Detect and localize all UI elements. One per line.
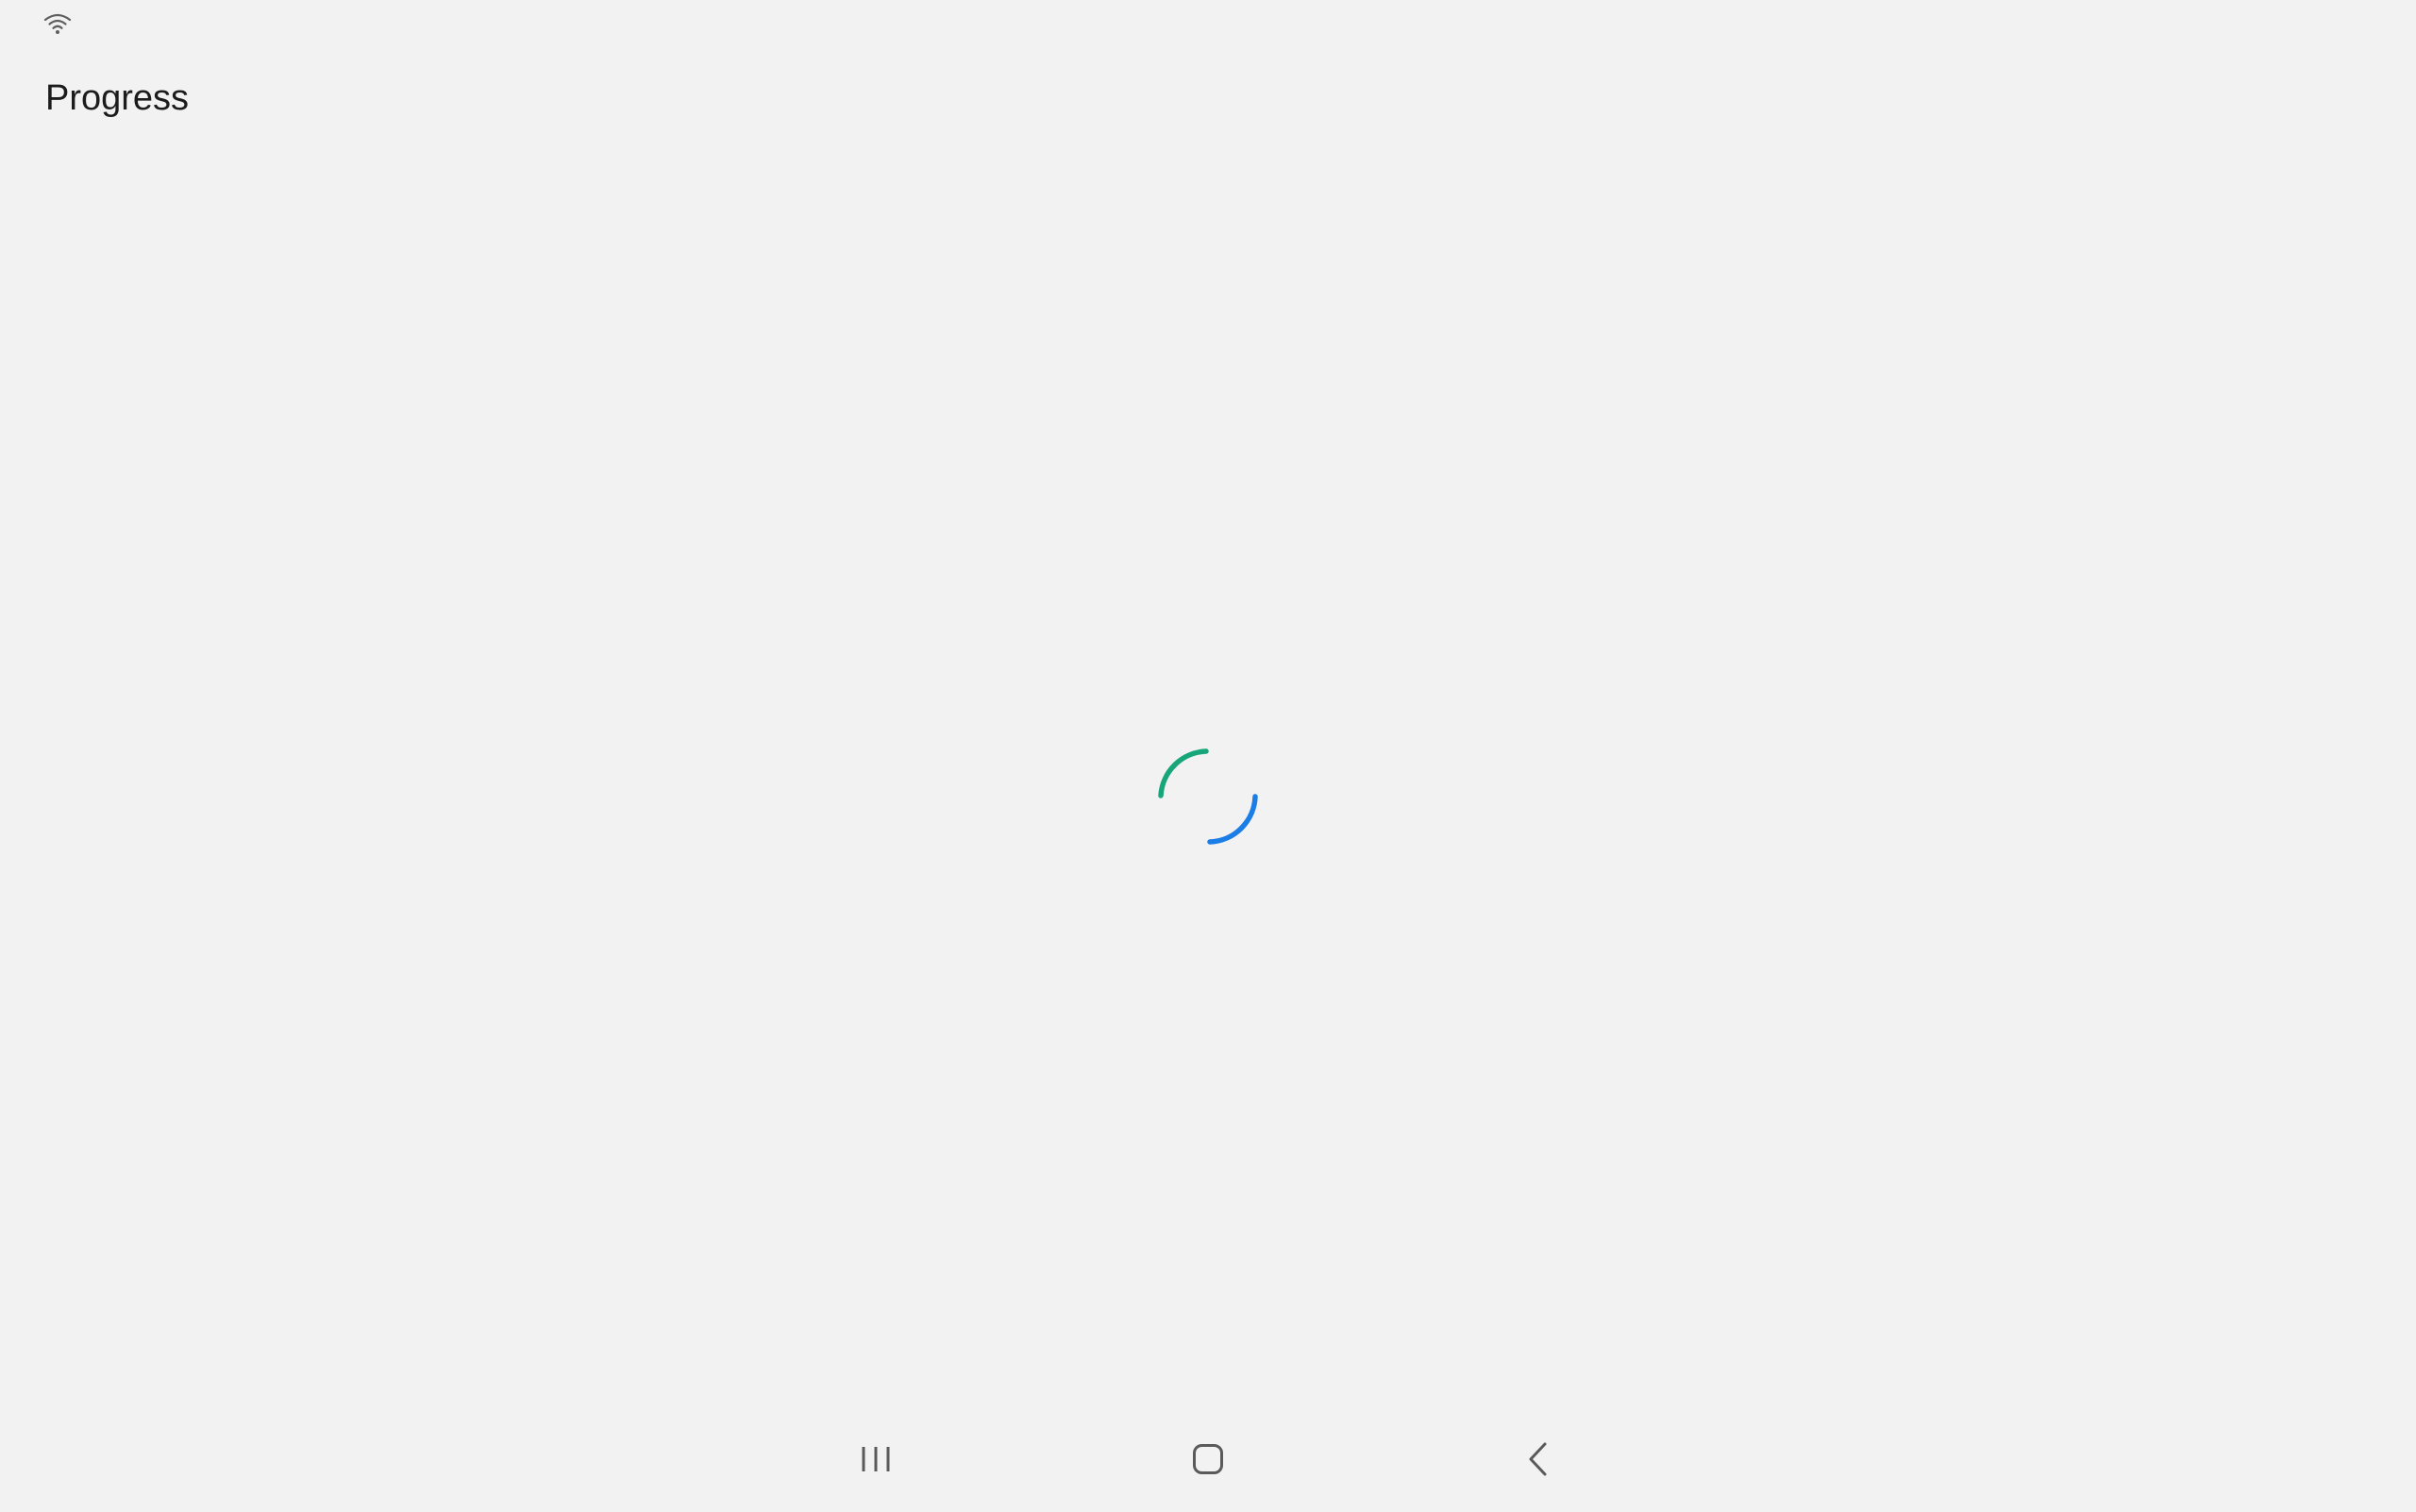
home-button[interactable] bbox=[1151, 1421, 1265, 1497]
status-bar bbox=[0, 0, 2416, 42]
recents-button[interactable] bbox=[819, 1421, 932, 1497]
page-title: Progress bbox=[45, 78, 190, 118]
spinner-arc-secondary bbox=[1207, 794, 1258, 845]
back-icon bbox=[1529, 1442, 1547, 1476]
recents-icon bbox=[862, 1447, 890, 1471]
spinner-arc-primary bbox=[1158, 748, 1209, 798]
home-icon bbox=[1193, 1444, 1223, 1474]
loading-spinner bbox=[1158, 748, 1258, 845]
back-button[interactable] bbox=[1482, 1421, 1595, 1497]
wifi-icon bbox=[43, 13, 72, 34]
screen: Progress bbox=[0, 0, 2416, 1512]
navigation-bar bbox=[0, 1408, 2416, 1512]
